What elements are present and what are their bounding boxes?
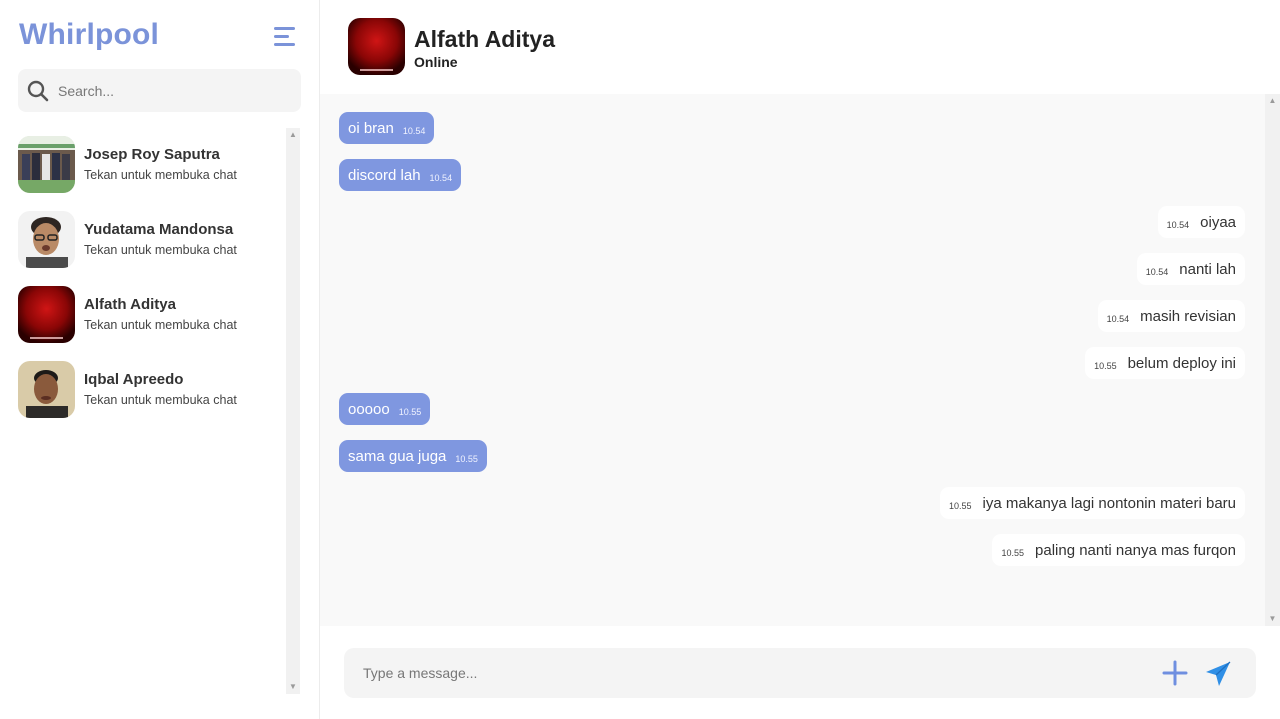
- message-time: 10.55: [1001, 548, 1025, 558]
- message-input[interactable]: [363, 665, 1123, 681]
- message-text: nanti lah: [1179, 260, 1236, 278]
- contact-name: Yudatama Mandonsa: [84, 221, 234, 238]
- avatar[interactable]: [348, 18, 405, 75]
- contact-subtitle: Tekan untuk membuka chat: [84, 243, 237, 257]
- contact-subtitle: Tekan untuk membuka chat: [84, 393, 237, 407]
- message-time: 10.54: [1145, 267, 1169, 277]
- message-time: 10.54: [1166, 220, 1190, 230]
- plus-icon[interactable]: [1162, 660, 1188, 686]
- message-bubble-outgoing: 10.55 paling nanti nanya mas furqon: [992, 534, 1245, 566]
- message-list: oi bran 10.54 discord lah 10.54 10.54 oi…: [320, 94, 1280, 626]
- brand-title: Whirlpool: [19, 18, 160, 51]
- status-text: Online: [414, 54, 458, 70]
- message-composer: [344, 648, 1256, 698]
- message-text: sama gua juga: [348, 447, 447, 465]
- message-bubble-outgoing: 10.54 masih revisian: [1097, 300, 1245, 332]
- message-text: paling nanti nanya mas furqon: [1035, 541, 1236, 559]
- search-bar: [18, 69, 301, 112]
- avatar: [18, 285, 75, 343]
- contact-item-yudatama[interactable]: Yudatama Mandonsa Tekan untuk membuka ch…: [18, 210, 280, 268]
- message-bubble-incoming: oi bran 10.54: [339, 112, 435, 144]
- message-time: 10.55: [455, 454, 478, 464]
- contact-subtitle: Tekan untuk membuka chat: [84, 168, 237, 182]
- message-bubble-outgoing: 10.55 iya makanya lagi nontonin materi b…: [939, 487, 1245, 519]
- app-window: Whirlpool Search... Josep Roy Saputra Te…: [0, 0, 1280, 719]
- send-paper-plane-icon[interactable]: [1204, 660, 1232, 688]
- avatar: [18, 210, 75, 268]
- message-text: iya makanya lagi nontonin materi baru: [982, 494, 1236, 512]
- contact-name: Alfath Aditya: [84, 296, 176, 313]
- message-bubble-outgoing: 10.55 belum deploy ini: [1085, 347, 1245, 379]
- search-icon: [18, 69, 58, 112]
- scroll-down-arrow-icon[interactable]: ▼: [1265, 612, 1280, 626]
- contact-item-josep[interactable]: Josep Roy Saputra Tekan untuk membuka ch…: [18, 135, 280, 193]
- scroll-down-arrow-icon[interactable]: ▼: [286, 680, 300, 694]
- search-input[interactable]: [58, 82, 278, 99]
- message-time: 10.54: [402, 126, 426, 136]
- contact-list: Josep Roy Saputra Tekan untuk membuka ch…: [0, 128, 286, 694]
- message-time: 10.55: [398, 407, 422, 417]
- contact-subtitle: Tekan untuk membuka chat: [84, 318, 237, 332]
- message-text: discord lah: [348, 166, 421, 184]
- message-text: oi bran: [348, 119, 394, 137]
- message-text: oiyaa: [1200, 213, 1236, 231]
- message-list-scrollbar[interactable]: ▲ ▼: [1265, 94, 1280, 626]
- hamburger-menu-icon[interactable]: [274, 27, 296, 47]
- message-bubble-outgoing: 10.54 oiyaa: [1157, 206, 1245, 238]
- contact-list-scrollbar[interactable]: ▲ ▼: [286, 128, 300, 694]
- avatar: [18, 360, 75, 418]
- contact-item-alfath[interactable]: Alfath Aditya Tekan untuk membuka chat: [18, 285, 280, 343]
- chat-contact-name: Alfath Aditya: [414, 26, 555, 52]
- message-bubble-outgoing: 10.54 nanti lah: [1136, 253, 1245, 285]
- message-text: masih revisian: [1140, 307, 1236, 325]
- message-time: 10.55: [1094, 361, 1117, 371]
- message-bubble-incoming: ooooo 10.55: [339, 393, 431, 425]
- contact-item-iqbal[interactable]: Iqbal Apreedo Tekan untuk membuka chat: [18, 360, 280, 418]
- message-time: 10.54: [429, 173, 453, 183]
- message-text: ooooo: [348, 400, 390, 418]
- message-bubble-incoming: discord lah 10.54: [339, 159, 462, 191]
- scroll-up-arrow-icon[interactable]: ▲: [286, 128, 300, 142]
- message-text: belum deploy ini: [1127, 354, 1236, 372]
- scroll-up-arrow-icon[interactable]: ▲: [1265, 94, 1280, 108]
- avatar: [18, 135, 75, 193]
- message-time: 10.54: [1106, 314, 1130, 324]
- sidebar: Whirlpool Search... Josep Roy Saputra Te…: [0, 0, 320, 719]
- chat-panel: Alfath Aditya Online oi bran 10.54 disco…: [320, 0, 1280, 719]
- message-bubble-incoming: sama gua juga 10.55: [339, 440, 487, 472]
- chat-header: Alfath Aditya Online: [320, 0, 1280, 94]
- contact-name: Iqbal Apreedo: [84, 371, 184, 388]
- contact-name: Josep Roy Saputra: [84, 146, 220, 163]
- message-time: 10.55: [948, 501, 972, 511]
